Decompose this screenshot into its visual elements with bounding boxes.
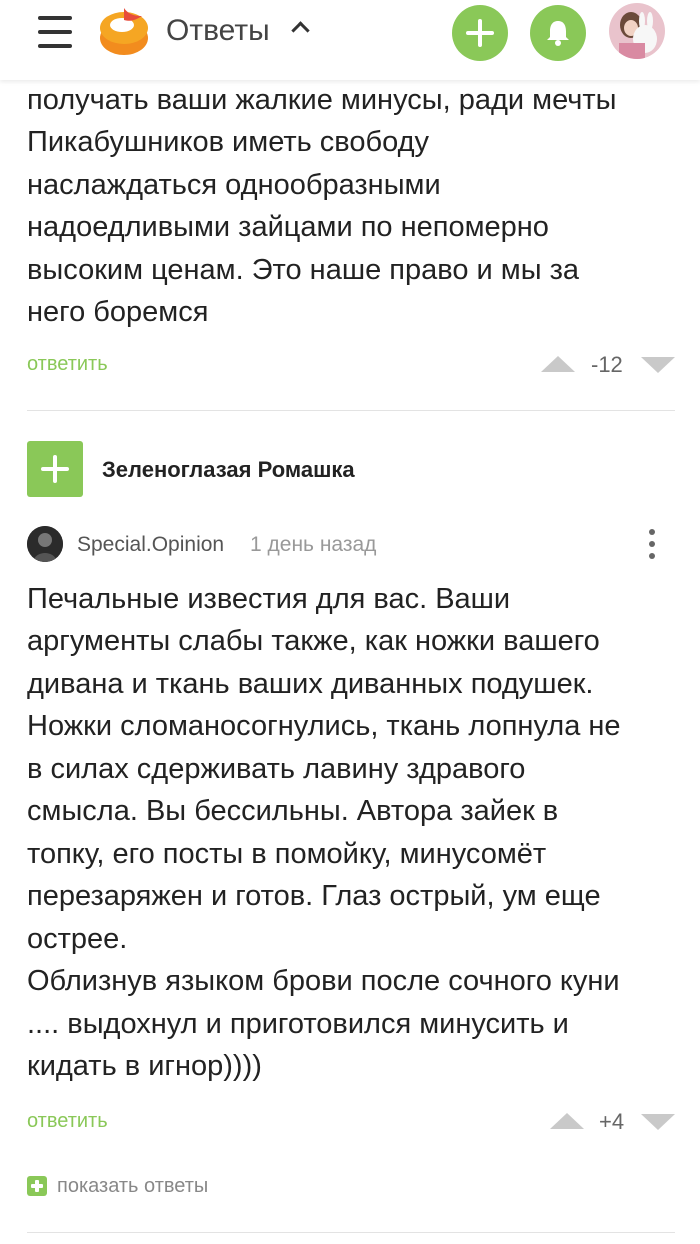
comment-text-line: в силах сдерживать лавину здравого bbox=[27, 753, 526, 785]
comment-text-line: наслаждаться однообразными bbox=[27, 169, 441, 201]
downvote-icon[interactable] bbox=[641, 357, 675, 373]
bell-icon bbox=[547, 21, 569, 46]
author-avatar[interactable] bbox=[27, 526, 63, 562]
reply-button[interactable]: ответить bbox=[27, 353, 108, 376]
comment-text-line: топку, его посты в помойку, минусомёт bbox=[27, 838, 547, 870]
comment-text-line: Облизнув языком брови после сочного куни bbox=[27, 965, 620, 997]
add-post-button[interactable] bbox=[452, 5, 508, 61]
comment-rating: +4 bbox=[599, 1109, 625, 1134]
pikabu-logo[interactable] bbox=[98, 8, 150, 56]
user-avatar[interactable] bbox=[609, 3, 665, 59]
more-options-icon[interactable] bbox=[648, 529, 656, 559]
section-title[interactable]: Ответы bbox=[166, 14, 270, 48]
reply-button[interactable]: ответить bbox=[27, 1110, 108, 1133]
upvote-icon[interactable] bbox=[541, 356, 575, 372]
chevron-up-icon[interactable] bbox=[291, 21, 310, 40]
comment-text-line: перезаряжен и готов. Глаз острый, ум еще bbox=[27, 880, 601, 912]
comment-text-line: аргументы слабы также, как ножки вашего bbox=[27, 625, 600, 657]
upvote-icon[interactable] bbox=[550, 1113, 584, 1129]
show-replies-link[interactable]: показать ответы bbox=[57, 1175, 208, 1198]
comment-text-line: .... выдохнул и приготовился минусить и bbox=[27, 1008, 569, 1040]
comment-rating: -12 bbox=[591, 352, 623, 377]
menu-icon[interactable] bbox=[38, 16, 72, 48]
comment-time[interactable]: 1 день назад bbox=[250, 533, 376, 557]
comment-text-line: кидать в игнор)))) bbox=[27, 1050, 262, 1082]
comment-text-line: дивана и ткань ваших диванных подушек. bbox=[27, 668, 594, 700]
top-bar: Ответы bbox=[0, 0, 700, 80]
comment-text-line: Пикабушников иметь свободу bbox=[27, 126, 430, 158]
comment-text-line: Ножки сломаносогнулись, ткань лопнула не bbox=[27, 710, 621, 742]
downvote-icon[interactable] bbox=[641, 1114, 675, 1130]
notifications-button[interactable] bbox=[530, 5, 586, 61]
comment-author[interactable]: Special.Opinion bbox=[77, 533, 224, 557]
comment-text-line: надоедливыми зайцами по непомерно bbox=[27, 211, 549, 243]
comment-text-line: высоким ценам. Это наше право и мы за bbox=[27, 254, 580, 286]
expand-thread-button[interactable] bbox=[27, 441, 83, 497]
comment-text-line: острее. bbox=[27, 923, 128, 955]
plus-icon[interactable] bbox=[27, 1176, 47, 1196]
divider bbox=[27, 410, 675, 411]
comment-text-line: него боремся bbox=[27, 296, 209, 328]
divider bbox=[27, 1232, 675, 1233]
thread-username[interactable]: Зеленоглазая Ромашка bbox=[102, 457, 355, 483]
comment-text-line: Печальные известия для вас. Ваши bbox=[27, 583, 511, 615]
comment-text-line: смысла. Вы бессильны. Автора зайек в bbox=[27, 795, 559, 827]
comment-text-line: получать ваши жалкие минусы, ради мечты bbox=[27, 84, 617, 116]
